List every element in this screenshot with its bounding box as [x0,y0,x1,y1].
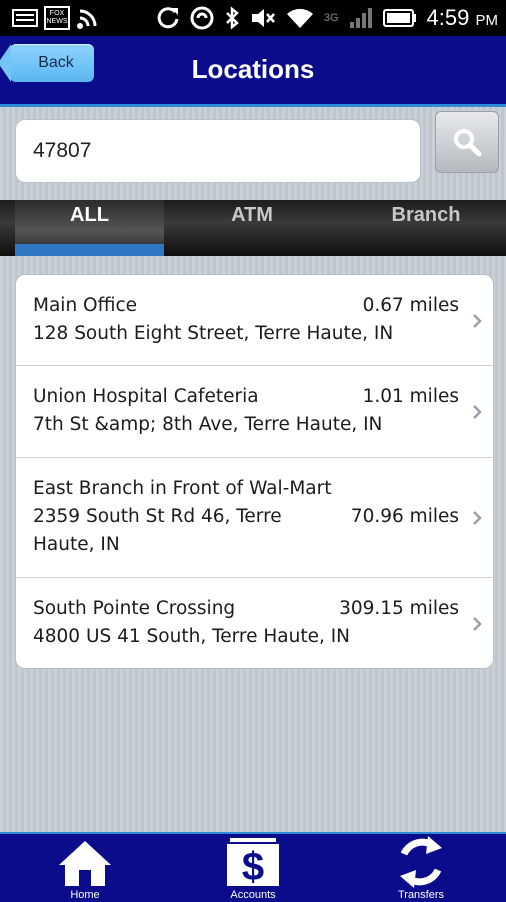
tab-all-label: ALL [70,204,109,226]
filter-tabs: ALL ATM Branch [0,200,506,256]
wifi-icon [286,8,313,28]
page-title: Locations [191,54,315,84]
chevron-right-icon [473,511,482,525]
nav-transfers[interactable]: Transfers [361,834,481,902]
location-name: East Branch in Front of Wal-Mart [33,478,332,499]
location-distance: 0.67 miles [362,295,459,316]
location-name: Main Office [33,295,138,316]
location-row-south-pointe[interactable]: South Pointe Crossing 309.15 miles 4800 … [16,578,493,668]
magnifier-icon [454,129,482,157]
tab-branch[interactable]: Branch [346,200,506,256]
svg-text:$: $ [242,845,264,888]
search-input[interactable] [15,119,421,183]
fox-news-icon: FOX NEWS [44,6,70,30]
location-name: South Pointe Crossing [33,598,236,619]
message-icon [12,9,38,27]
bottom-nav: Home $ Accounts Transfers [0,832,506,902]
nav-home-label: Home [70,889,100,901]
nfc-icon [190,6,214,30]
location-name: Union Hospital Cafeteria [33,386,259,407]
nav-accounts-label: Accounts [230,889,276,901]
tab-branch-label: Branch [391,204,461,226]
location-address: 4800 US 41 South, Terre Haute, IN [33,626,351,647]
status-bar: FOX NEWS 3G 4:59 PM [0,0,506,36]
bluetooth-icon [225,6,239,30]
nav-transfers-label: Transfers [397,889,445,901]
location-address: 7th St &amp; 8th Ave, Terre Haute, IN [33,414,383,435]
location-address: 128 South Eight Street, Terre Haute, IN [33,323,394,344]
mute-icon [251,9,275,27]
tab-all[interactable]: ALL [15,200,164,256]
sync-icon [157,7,179,29]
location-row-main-office[interactable]: Main Office 0.67 miles 128 South Eight S… [16,275,493,366]
wifi-broadcast-icon [77,9,97,29]
location-address-line1: 2359 South St Rd 46, Terre [33,506,282,527]
location-distance: 70.96 miles [350,506,459,527]
network-type-label: 3G [323,12,339,24]
location-distance: 1.01 miles [362,386,459,407]
location-row-union-hospital[interactable]: Union Hospital Cafeteria 1.01 miles 7th … [16,366,493,458]
battery-icon [382,9,416,27]
location-list: Main Office 0.67 miles 128 South Eight S… [15,274,494,669]
dollar-icon: $ [227,838,279,889]
location-row-east-branch[interactable]: East Branch in Front of Wal-Mart 2359 So… [16,458,493,578]
chevron-right-icon [473,617,482,631]
clock: 4:59 PM [426,5,498,30]
search-button[interactable] [435,111,499,173]
tab-atm[interactable]: ATM [176,200,328,256]
signal-icon [349,8,372,28]
tab-atm-label: ATM [231,204,273,226]
chevron-right-icon [473,314,482,328]
nav-accounts[interactable]: $ Accounts [193,834,313,902]
nav-home[interactable]: Home [25,834,145,902]
home-icon [59,841,111,886]
transfer-arrows-icon [400,836,442,888]
app-header: Back Locations [0,36,506,107]
location-address-line2: Haute, IN [33,534,120,555]
chevron-right-icon [473,405,482,419]
location-distance: 309.15 miles [339,598,459,619]
